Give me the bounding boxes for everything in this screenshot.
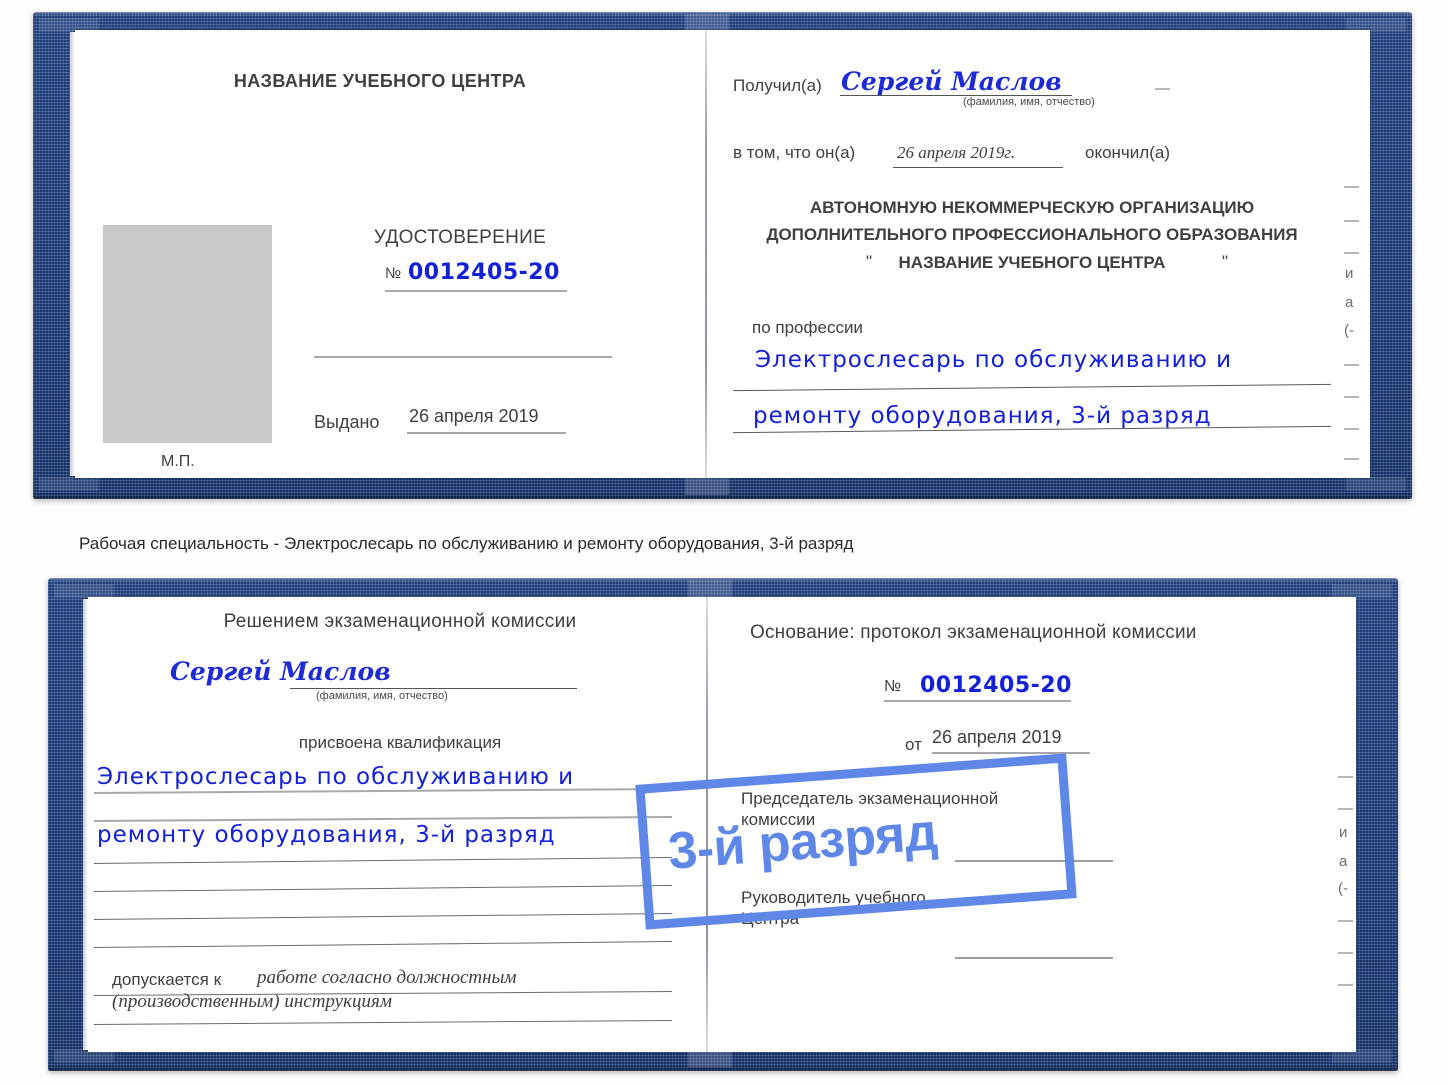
top-right-received-value: Сергей Маслов	[841, 67, 1062, 96]
image-caption: Рабочая специальность - Электрослесарь п…	[79, 534, 854, 553]
cover2-spine-notch-top	[688, 580, 732, 598]
bottom-left-name-underline	[290, 688, 577, 689]
top-left-issued-value: 26 апреля 2019	[409, 406, 539, 426]
bottom-right-date-value: 26 апреля 2019	[932, 727, 1062, 747]
top-left-issued-underline	[407, 432, 566, 434]
top-right-received-label: Получил(а)	[733, 76, 822, 95]
top-left-number-value: 0012405-20	[408, 260, 560, 285]
bottom-left-name-value: Сергей Маслов	[170, 657, 391, 686]
top-edge-fragment-4: а	[1345, 294, 1354, 311]
top-right-quote-close: "	[1222, 252, 1229, 271]
top-edge-fragment-0: —	[1344, 178, 1359, 195]
bottom-left-qualification-line2: ремонту оборудования, 3-й разряд	[97, 822, 556, 848]
top-right-statement-underline	[893, 167, 1063, 168]
bottom-left-admitted-line1: работе согласно должностным	[257, 967, 517, 988]
top-right-fio-hint: (фамилия, имя, отчество)	[963, 96, 1095, 108]
bottom-left-qualification-label: присвоена квалификация	[298, 733, 502, 752]
top-left-doc-type: УДОСТОВЕРЕНИЕ	[373, 227, 547, 248]
bottom-right-number-value: 0012405-20	[920, 673, 1072, 698]
cover2-corner-tab-tr	[1332, 584, 1392, 598]
top-right-org-line2: ДОПОЛНИТЕЛЬНОГО ПРОФЕССИОНАЛЬНОГО ОБРАЗО…	[766, 225, 1298, 244]
top-right-statement-date: 26 апреля 2019г.	[897, 143, 1016, 162]
top-right-profession-label: по профессии	[752, 318, 863, 337]
bottom-edge-fragment-6: —	[1338, 944, 1353, 961]
top-left-issued-label: Выдано	[314, 412, 380, 432]
top-edge-fragment-3: и	[1345, 265, 1354, 282]
top-left-stamp-label: М.П.	[161, 453, 195, 470]
top-left-number-label: №	[385, 265, 402, 282]
cover2-corner-tab-tl	[54, 584, 114, 598]
top-edge-fragment-1: —	[1344, 212, 1359, 229]
bottom-right-date-label: от	[905, 735, 922, 754]
top-right-statement-label: в том, что он(а)	[733, 143, 856, 162]
top-right-org-line3: НАЗВАНИЕ УЧЕБНОГО ЦЕНТРА	[898, 253, 1166, 272]
cover-spine-notch-bottom	[685, 477, 729, 495]
top-right-profession-line1: Электрослесарь по обслуживанию и	[755, 347, 1233, 373]
top-edge-fragment-7: —	[1344, 388, 1359, 405]
bottom-left-qualification-line1: Электрослесарь по обслуживанию и	[97, 764, 575, 790]
certificate-top-spine	[705, 30, 707, 478]
cover-corner-tab-br	[1346, 477, 1406, 491]
top-edge-fragment-5: (-	[1344, 322, 1354, 339]
bottom-edge-fragment-5: —	[1338, 912, 1353, 929]
top-edge-fragment-8: —	[1344, 420, 1359, 437]
top-edge-fragment-9: —	[1344, 450, 1359, 467]
bottom-edge-fragment-0: —	[1338, 768, 1353, 785]
top-edge-fragment-6: —	[1344, 356, 1359, 373]
bottom-edge-fragment-4: (-	[1338, 880, 1348, 897]
top-right-org-line1: АВТОНОМНУЮ НЕКОММЕРЧЕСКУЮ ОРГАНИЗАЦИЮ	[809, 198, 1255, 217]
top-left-blank-line	[314, 356, 612, 358]
bottom-right-number-underline	[884, 700, 1071, 702]
photo-placeholder	[103, 225, 272, 443]
bottom-edge-fragment-2: и	[1339, 824, 1348, 841]
top-edge-fragment-2: —	[1344, 244, 1359, 261]
bottom-edge-fragment-1: —	[1338, 800, 1353, 817]
bottom-right-head-signature-line	[955, 957, 1113, 959]
top-right-dash-1: —	[1155, 80, 1170, 97]
bottom-left-admitted-label: допускается к	[112, 970, 222, 989]
bottom-left-admitted-line2: (производственным) инструкциям	[112, 991, 392, 1012]
top-left-number-underline	[385, 290, 567, 292]
bottom-edge-fragment-7: —	[1338, 976, 1353, 993]
top-right-statement-tail: окончил(а)	[1085, 143, 1170, 162]
bottom-right-number-label: №	[884, 678, 902, 695]
cover-corner-tab-bl	[39, 477, 99, 491]
bottom-left-heading: Решением экзаменационной комиссии	[223, 611, 577, 632]
bottom-right-basis-label: Основание: протокол экзаменационной коми…	[750, 622, 1197, 643]
bottom-right-date-underline	[932, 752, 1090, 754]
top-left-org-title: НАЗВАНИЕ УЧЕБНОГО ЦЕНТРА	[233, 71, 527, 91]
bottom-left-fio-hint: (фамилия, имя, отчество)	[316, 690, 448, 702]
top-right-profession-line2: ремонту оборудования, 3-й разряд	[753, 403, 1212, 429]
bottom-edge-fragment-3: а	[1339, 853, 1348, 870]
certificate-scan-page: НАЗВАНИЕ УЧЕБНОГО ЦЕНТРА УДОСТОВЕРЕНИЕ №…	[0, 0, 1448, 1085]
